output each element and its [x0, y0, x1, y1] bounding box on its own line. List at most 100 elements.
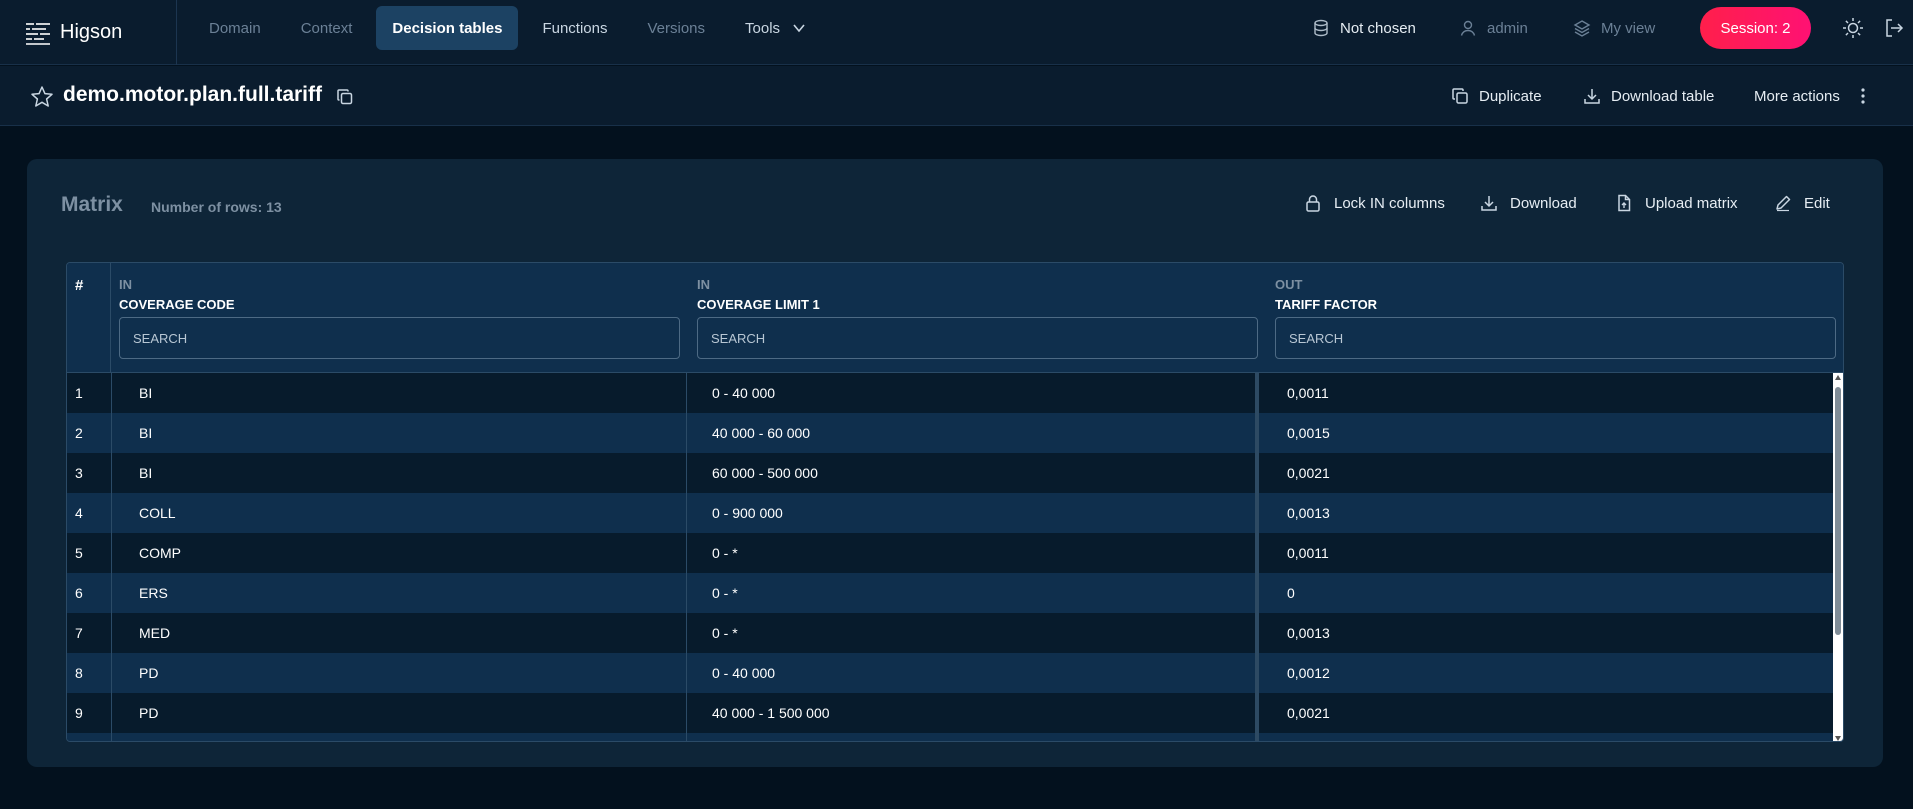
copy-icon[interactable]	[336, 88, 354, 106]
table-row[interactable]: 2 BI 40 000 - 60 000 0,0015	[67, 413, 1835, 453]
coverage-limit-cell[interactable]: 0 - 40 000	[712, 373, 775, 413]
download-icon	[1584, 89, 1600, 104]
tariff-factor-cell[interactable]: 0,0011	[1287, 533, 1329, 573]
coverage-limit-cell[interactable]: 0 - *	[712, 573, 738, 613]
tariff-factor-cell[interactable]: 0,0013	[1287, 493, 1330, 533]
lock-in-columns-label: Lock IN columns	[1334, 194, 1445, 212]
logout-button[interactable]	[1884, 0, 1913, 56]
title-bar: demo.motor.plan.full.tariff Duplicate Do…	[0, 66, 1913, 126]
duplicate-label: Duplicate	[1479, 87, 1542, 105]
coverage-limit-cell[interactable]: 0 - *	[712, 533, 738, 573]
nav-functions[interactable]: Functions	[526, 6, 623, 50]
upload-file-icon	[1618, 194, 1631, 212]
table-body: 1 BI 0 - 40 000 0,0011 2 BI 40 000 - 60 …	[67, 373, 1843, 741]
nav-tools[interactable]: Tools	[729, 6, 822, 50]
matrix-download-button[interactable]: Download	[1480, 189, 1577, 217]
table-row[interactable]: 8 PD 0 - 40 000 0,0012	[67, 653, 1835, 693]
tariff-factor-cell[interactable]: 0,0011	[1287, 373, 1329, 413]
row-number: 8	[75, 665, 83, 681]
coverage-limit-cell[interactable]: 0 - *	[712, 613, 738, 653]
coverage-code-cell[interactable]: COLL	[139, 493, 176, 533]
logo[interactable]: Higson	[0, 0, 177, 65]
coverage-limit-cell[interactable]: 40 000 - 1 500 000	[712, 693, 830, 733]
column-tariff-factor: OUT TARIFF FACTOR SEARCH	[1267, 263, 1843, 373]
matrix-download-label: Download	[1510, 194, 1577, 212]
row-number: 9	[75, 705, 83, 721]
nav-domain[interactable]: Domain	[193, 6, 277, 50]
coverage-code-cell[interactable]: PD	[139, 653, 158, 693]
table-row[interactable]: 9 PD 40 000 - 1 500 000 0,0021	[67, 693, 1835, 733]
tariff-factor-cell[interactable]: 0,0021	[1287, 453, 1330, 493]
table-row[interactable]: 7 MED 0 - * 0,0013	[67, 613, 1835, 653]
lock-column-divider[interactable]	[1255, 373, 1259, 741]
table-header: # IN COVERAGE CODE SEARCH IN COVERAGE LI…	[67, 263, 1843, 373]
chevron-down-icon	[793, 24, 805, 33]
row-number: 4	[75, 505, 83, 521]
user-menu[interactable]: admin	[1459, 0, 1528, 56]
database-icon	[1314, 19, 1328, 37]
table-row[interactable]: 4 COLL 0 - 900 000 0,0013	[67, 493, 1835, 533]
coverage-code-cell[interactable]: BI	[139, 373, 152, 413]
main-nav: Domain Context Decision tables Functions…	[193, 6, 830, 50]
download-table-button[interactable]: Download table	[1583, 66, 1714, 126]
coverage-code-cell[interactable]: PD	[139, 693, 158, 733]
more-actions-label: More actions	[1754, 87, 1840, 105]
duplicate-button[interactable]: Duplicate	[1451, 66, 1542, 126]
nav-versions-label: Versions	[647, 19, 706, 37]
matrix-panel: Matrix Number of rows: 13 Lock IN column…	[27, 159, 1883, 767]
coverage-code-search-input[interactable]: SEARCH	[119, 317, 680, 359]
coverage-code-cell[interactable]: ERS	[139, 573, 168, 613]
lock-icon	[1306, 195, 1320, 212]
vertical-scrollbar[interactable]	[1833, 373, 1843, 741]
edit-button[interactable]: Edit	[1774, 189, 1830, 217]
coverage-limit-cell[interactable]: 60 000 - 500 000	[712, 453, 818, 493]
column-name: TARIFF FACTOR	[1275, 297, 1378, 312]
table-row[interactable]: 3 BI 60 000 - 500 000 0,0021	[67, 453, 1835, 493]
coverage-limit-cell[interactable]: 0 - 40 000	[712, 653, 775, 693]
table-row[interactable]: 5 COMP 0 - * 0,0011	[67, 533, 1835, 573]
nav-functions-label: Functions	[542, 19, 608, 37]
scroll-up-arrow-icon[interactable]	[1835, 375, 1841, 380]
lock-in-columns-button[interactable]: Lock IN columns	[1304, 189, 1445, 217]
column-coverage-code: IN COVERAGE CODE SEARCH	[111, 263, 687, 373]
edit-label: Edit	[1804, 194, 1830, 212]
theme-toggle[interactable]	[1842, 0, 1874, 56]
table-row[interactable]: 1 BI 0 - 40 000 0,0011	[67, 373, 1835, 413]
tariff-factor-cell[interactable]: 0,0021	[1287, 693, 1330, 733]
column-coverage-limit: IN COVERAGE LIMIT 1 SEARCH	[689, 263, 1265, 373]
nav-decision-tables-label: Decision tables	[392, 19, 503, 37]
coverage-limit-cell[interactable]: 0 - 900 000	[712, 493, 783, 533]
nav-decision-tables[interactable]: Decision tables	[376, 6, 519, 50]
coverage-code-cell[interactable]: COMP	[139, 533, 181, 573]
tariff-factor-cell[interactable]: 0,0012	[1287, 653, 1330, 693]
nav-context-label: Context	[300, 19, 353, 37]
coverage-limit-cell[interactable]: 40 000 - 60 000	[712, 413, 810, 453]
coverage-limit-search-input[interactable]: SEARCH	[697, 317, 1258, 359]
matrix-title: Matrix	[61, 193, 123, 216]
tariff-factor-cell[interactable]: 0,0013	[1287, 613, 1330, 653]
star-icon[interactable]	[30, 85, 54, 109]
table-row[interactable]: 6 ERS 0 - * 0	[67, 573, 1835, 613]
tariff-factor-search-input[interactable]: SEARCH	[1275, 317, 1836, 359]
session-button[interactable]: Session: 2	[1700, 7, 1811, 49]
scroll-down-arrow-icon[interactable]	[1835, 736, 1841, 741]
upload-matrix-label: Upload matrix	[1645, 194, 1738, 212]
download-icon	[1481, 196, 1497, 211]
coverage-code-cell[interactable]: BI	[139, 413, 152, 453]
column-kind: OUT	[1275, 277, 1303, 292]
coverage-code-cell[interactable]: MED	[139, 613, 170, 653]
upload-matrix-button[interactable]: Upload matrix	[1615, 189, 1738, 217]
nav-versions[interactable]: Versions	[631, 6, 721, 50]
database-selector[interactable]: Not chosen	[1312, 0, 1416, 56]
view-selector[interactable]: My view	[1573, 0, 1655, 56]
scroll-thumb[interactable]	[1835, 387, 1841, 635]
column-divider	[111, 373, 112, 741]
nav-context[interactable]: Context	[285, 6, 369, 50]
row-number: 7	[75, 625, 83, 641]
tariff-factor-cell[interactable]: 0	[1287, 573, 1295, 613]
page-title: demo.motor.plan.full.tariff	[63, 83, 323, 106]
coverage-code-cell[interactable]: BI	[139, 453, 152, 493]
tariff-factor-cell[interactable]: 0,0015	[1287, 413, 1330, 453]
more-actions-button[interactable]: More actions	[1754, 66, 1872, 126]
logout-icon	[1886, 19, 1904, 37]
